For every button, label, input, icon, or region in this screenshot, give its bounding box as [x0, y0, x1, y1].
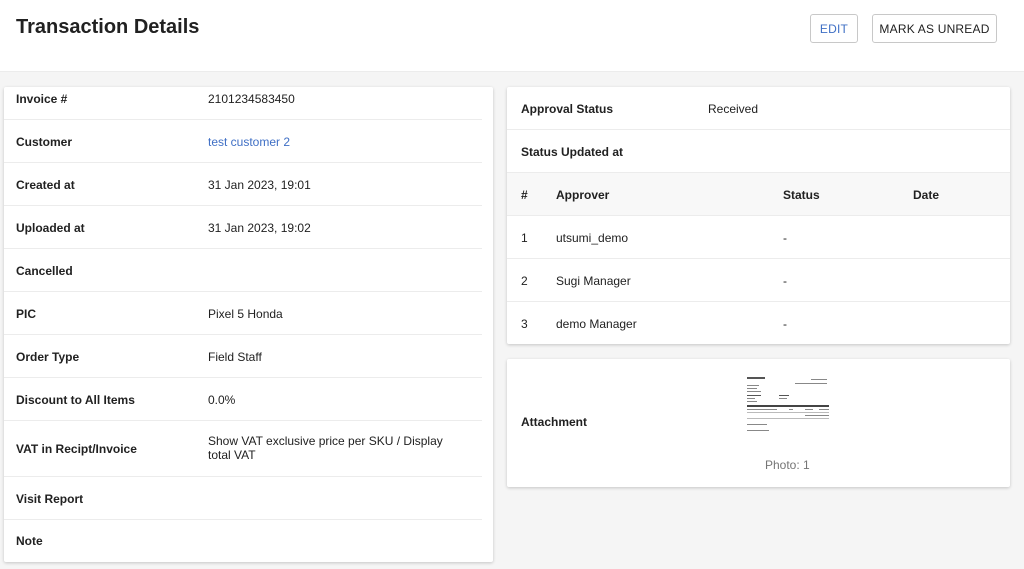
table-row: 3 demo Manager -: [507, 302, 1010, 345]
detail-label: VAT in Recipt/Invoice: [16, 442, 137, 456]
mark-as-unread-button[interactable]: MARK AS UNREAD: [872, 14, 997, 43]
detail-row-customer: Customer test customer 2: [4, 120, 482, 163]
detail-row-vat: VAT in Recipt/Invoice Show VAT exclusive…: [4, 421, 482, 477]
approval-status-label: Approval Status: [521, 102, 614, 116]
detail-label: Order Type: [16, 350, 80, 364]
edit-button[interactable]: EDIT: [810, 14, 858, 43]
detail-label: Visit Report: [16, 492, 84, 506]
detail-value: 2101234583450: [208, 92, 295, 106]
row-status: -: [783, 231, 787, 245]
detail-row-note: Note: [4, 520, 482, 562]
detail-label: Discount to All Items: [16, 393, 135, 407]
detail-value: 31 Jan 2023, 19:02: [208, 221, 311, 235]
detail-value: Show VAT exclusive price per SKU / Displ…: [208, 434, 443, 462]
approver-table-header: # Approver Status Date: [507, 173, 1010, 216]
row-status: -: [783, 274, 787, 288]
photo-count: Photo: 1: [765, 458, 810, 472]
detail-row-uploaded-at: Uploaded at 31 Jan 2023, 19:02: [4, 206, 482, 249]
detail-label: Note: [16, 534, 43, 548]
detail-row-discount: Discount to All Items 0.0%: [4, 378, 482, 421]
row-approver: Sugi Manager: [556, 274, 631, 288]
column-header-number: #: [521, 188, 528, 202]
detail-label: Invoice #: [16, 92, 68, 106]
row-approver: utsumi_demo: [556, 231, 629, 245]
detail-row-cancelled: Cancelled: [4, 249, 482, 292]
approval-status-row: Approval Status Received: [507, 87, 1010, 130]
row-number: 1: [521, 231, 528, 245]
status-updated-label: Status Updated at: [521, 145, 624, 159]
attachment-label: Attachment: [521, 415, 588, 429]
detail-label: Created at: [16, 178, 75, 192]
detail-label: Customer: [16, 135, 73, 149]
detail-label: Uploaded at: [16, 221, 85, 235]
page-header: Transaction Details EDIT MARK AS UNREAD: [0, 0, 1024, 72]
transaction-details-card: Invoice # 2101234583450 Customer test cu…: [4, 87, 493, 562]
page-title: Transaction Details: [16, 16, 200, 38]
detail-row-pic: PIC Pixel 5 Honda: [4, 292, 482, 335]
attachment-thumbnail[interactable]: [745, 374, 831, 438]
approval-status-value: Received: [708, 102, 759, 116]
column-header-approver: Approver: [556, 188, 610, 202]
detail-value: 0.0%: [208, 393, 236, 407]
status-updated-row: Status Updated at: [507, 130, 1010, 173]
approval-card: Approval Status Received Status Updated …: [507, 87, 1010, 344]
detail-value: Pixel 5 Honda: [208, 307, 283, 321]
customer-link[interactable]: test customer 2: [208, 135, 468, 149]
detail-row-visit-report: Visit Report: [4, 477, 482, 520]
column-header-date: Date: [913, 188, 940, 202]
row-approver: demo Manager: [556, 317, 637, 331]
column-header-status: Status: [783, 188, 820, 202]
detail-row-order-type: Order Type Field Staff: [4, 335, 482, 378]
table-row: 2 Sugi Manager -: [507, 259, 1010, 302]
table-row: 1 utsumi_demo -: [507, 216, 1010, 259]
document-preview-icon: [745, 374, 831, 438]
detail-label: Cancelled: [16, 264, 73, 278]
detail-row-created-at: Created at 31 Jan 2023, 19:01: [4, 163, 482, 206]
detail-value: Field Staff: [208, 350, 262, 364]
row-status: -: [783, 317, 787, 331]
detail-value: 31 Jan 2023, 19:01: [208, 178, 311, 192]
row-number: 2: [521, 274, 528, 288]
attachment-card: Attachment Photo: 1: [507, 359, 1010, 487]
detail-row-invoice: Invoice # 2101234583450: [4, 87, 482, 120]
detail-label: PIC: [16, 307, 37, 321]
row-number: 3: [521, 317, 528, 331]
